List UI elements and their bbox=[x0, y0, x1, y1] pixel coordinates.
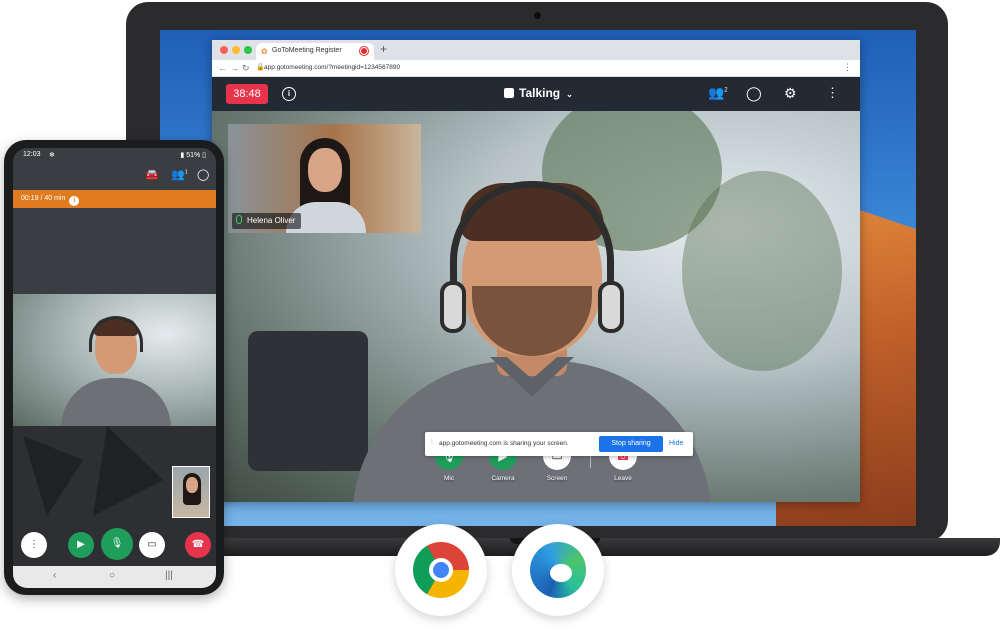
edge-icon bbox=[530, 542, 586, 598]
edge-icon-swirl bbox=[550, 564, 572, 582]
screen-share-icon[interactable]: ▭ bbox=[139, 532, 165, 558]
participant-name: Helena Oliver bbox=[247, 216, 296, 225]
phone-screen: 12:03 ❄ ▮ 51% ▯ 🚘 👥1 ◯ 00:19 / 40 mini bbox=[13, 148, 216, 588]
snowflake-icon: ❄ bbox=[49, 152, 55, 159]
close-window-dot[interactable] bbox=[220, 46, 228, 54]
browser-tab-title: GoToMeeting Register bbox=[272, 47, 342, 54]
reload-icon[interactable]: ↻ bbox=[242, 63, 250, 74]
back-arrow-icon[interactable]: ← bbox=[218, 63, 227, 73]
phone-main-video bbox=[13, 294, 216, 426]
selfview-person-face bbox=[186, 477, 198, 493]
browser-tab[interactable]: ✿ GoToMeeting Register bbox=[256, 43, 374, 60]
stop-sharing-button[interactable]: Stop sharing bbox=[599, 436, 663, 452]
headphone-earcup-right bbox=[598, 281, 624, 333]
phone-clock: 12:03 bbox=[23, 151, 41, 158]
drag-handle-icon[interactable]: ⁞ bbox=[431, 439, 433, 446]
marketing-scene: ✿ GoToMeeting Register + ← → ↻ 🔒 app.got… bbox=[0, 0, 1000, 632]
maximize-window-dot[interactable] bbox=[244, 46, 252, 54]
camera-icon[interactable]: ▶ bbox=[68, 532, 94, 558]
back-nav-icon[interactable]: ‹ bbox=[53, 570, 56, 581]
minimize-window-dot[interactable] bbox=[232, 46, 240, 54]
more-options-icon[interactable]: ⋮ bbox=[21, 532, 47, 558]
gotomeeting-favicon-icon: ✿ bbox=[261, 47, 268, 56]
smartphone: 12:03 ❄ ▮ 51% ▯ 🚘 👥1 ◯ 00:19 / 40 mini bbox=[4, 140, 224, 595]
browser-tab-bar: ✿ GoToMeeting Register + bbox=[212, 40, 860, 60]
battery-percent: 51% bbox=[186, 152, 201, 159]
participants-count: 2 bbox=[724, 87, 728, 94]
battery-icon: ▯ bbox=[200, 152, 206, 159]
phone-self-view[interactable] bbox=[172, 466, 210, 518]
meeting-timer: 38:48 bbox=[226, 84, 268, 104]
chat-icon[interactable]: ◯ bbox=[197, 168, 209, 181]
participant-thumbnail[interactable]: Helena Oliver bbox=[228, 124, 421, 233]
phone-meeting-toolbar: 🚘 👥1 ◯ bbox=[13, 162, 216, 188]
url-field[interactable]: app.gotomeeting.com/?meetingid=123456789… bbox=[264, 64, 400, 71]
participants-icon[interactable]: 👥1 bbox=[171, 168, 187, 181]
hang-up-icon[interactable]: ☎ bbox=[185, 532, 211, 558]
camera-label: Camera bbox=[491, 475, 515, 482]
screen-label: Screen bbox=[546, 475, 568, 482]
home-nav-icon[interactable]: ○ bbox=[109, 570, 115, 581]
browser-menu-icon[interactable]: ⋮ bbox=[843, 62, 852, 73]
meeting-toolbar: 38:48 i Talking ⌄ 👥2 ◯ ⚙ ⋮ bbox=[212, 77, 860, 111]
android-nav-bar: ‹ ○ ||| bbox=[13, 566, 216, 588]
more-options-icon[interactable]: ⋮ bbox=[826, 85, 839, 101]
new-tab-button[interactable]: + bbox=[380, 42, 387, 56]
speaker-view-icon bbox=[504, 88, 514, 98]
participant-name-tag: Helena Oliver bbox=[232, 213, 302, 229]
info-icon[interactable]: i bbox=[69, 196, 80, 206]
participants-icon[interactable]: 👥2 bbox=[708, 85, 728, 101]
share-notice-text: app.gotomeeting.com is sharing your scre… bbox=[439, 440, 569, 447]
phone-status-bar: 12:03 ❄ ▮ 51% ▯ bbox=[13, 148, 216, 162]
chrome-logo bbox=[395, 524, 487, 616]
laptop-camera bbox=[534, 12, 541, 19]
mic-label: Mic bbox=[443, 475, 455, 482]
chevron-down-icon: ⌄ bbox=[566, 90, 573, 99]
leave-label: Leave bbox=[614, 475, 632, 482]
mic-active-icon bbox=[236, 215, 242, 224]
pattern-shape bbox=[23, 436, 83, 516]
chat-icon[interactable]: ◯ bbox=[746, 85, 762, 102]
phone-timer-text: 00:19 / 40 min bbox=[21, 195, 66, 202]
recents-nav-icon[interactable]: ||| bbox=[165, 570, 173, 581]
chair-background bbox=[248, 331, 368, 471]
view-selector[interactable]: Talking ⌄ bbox=[504, 86, 573, 100]
info-icon[interactable]: i bbox=[282, 87, 296, 101]
car-mode-icon[interactable]: 🚘 bbox=[145, 168, 159, 181]
view-selector-label: Talking bbox=[519, 86, 561, 100]
gear-icon[interactable]: ⚙ bbox=[784, 85, 797, 102]
forward-arrow-icon[interactable]: → bbox=[230, 63, 239, 73]
phone-person-shirt bbox=[61, 378, 171, 426]
phone-meeting-timer: 00:19 / 40 min i bbox=[13, 190, 216, 208]
chrome-icon bbox=[413, 542, 469, 598]
edge-logo bbox=[512, 524, 604, 616]
screen-share-notice: ⁞ app.gotomeeting.com is sharing your sc… bbox=[425, 432, 693, 456]
microphone-icon[interactable]: 🎙 bbox=[101, 528, 133, 560]
address-bar: ← → ↻ 🔒 app.gotomeeting.com/?meetingid=1… bbox=[212, 60, 860, 77]
phone-battery-level: ▮ 51% ▯ bbox=[180, 151, 206, 159]
pattern-shape bbox=[93, 426, 163, 516]
recording-indicator-icon bbox=[360, 47, 368, 55]
headphone-earcup-left bbox=[440, 281, 466, 333]
chrome-icon-center bbox=[429, 558, 453, 582]
hide-notice-link[interactable]: Hide bbox=[669, 440, 683, 447]
thumbnail-person-face bbox=[308, 148, 342, 192]
phone-participants-count: 1 bbox=[184, 169, 188, 176]
